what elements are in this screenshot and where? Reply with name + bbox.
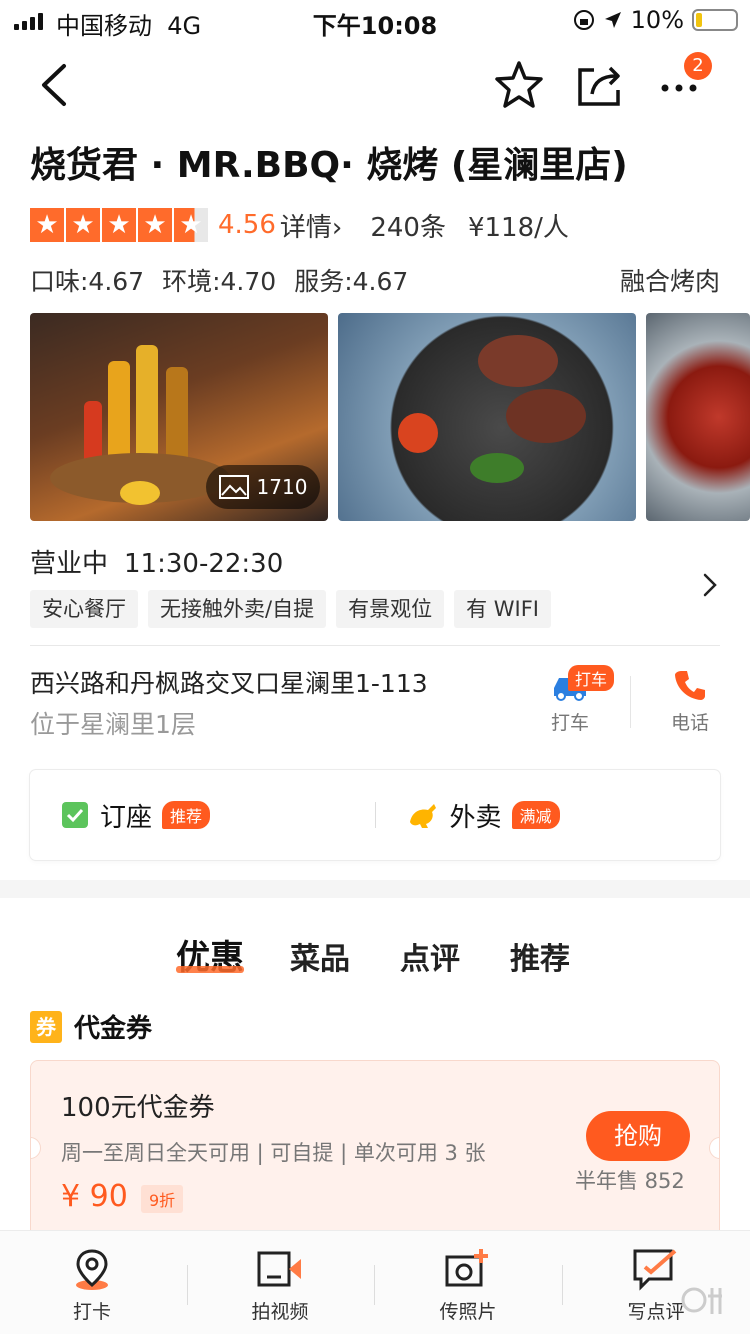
ticket-notch [31,1137,41,1159]
taxi-badge: 打车 [568,665,615,691]
divider [374,1265,375,1305]
star-icon[interactable] [492,58,546,112]
environment-score: 环境:4.70 [162,267,277,296]
star-rating: ★ ★ ★ ★ ★ [30,208,208,242]
services-card: 订座 推荐 外卖 满减 [30,770,720,860]
review-label: 写点评 [627,1301,685,1323]
notification-badge: 2 [684,52,712,80]
phone-label: 电话 [670,712,709,734]
photo-label: 传照片 [439,1301,497,1323]
shop-title: 烧货君 · MR.BBQ· 烧烤 (星澜里店) [30,145,628,186]
star-half-icon: ★ [174,208,208,242]
edit-review-icon [633,1249,677,1291]
content-tabs: 优惠 菜品 点评 推荐 [0,930,750,990]
discount-pill: 满减 [511,801,560,829]
service-score: 服务:4.67 [294,267,409,296]
record-video-button[interactable]: 拍视频 [220,1247,340,1324]
star-full-icon: ★ [102,208,136,242]
chevron-right-icon: › [331,212,343,243]
divider [562,1265,563,1305]
lock-rotation-icon [573,10,594,30]
business-status: 营业中 [30,549,109,579]
reserve-button[interactable]: 订座 推荐 [30,797,375,834]
top-nav: 2 [0,50,750,120]
taxi-label: 打车 [550,712,589,734]
upload-photo-button[interactable]: 传照片 [408,1247,528,1324]
photo-count-badge[interactable]: 1710 [206,465,320,509]
hours-range: 11:30-22:30 [124,549,284,579]
active-tab-indicator [176,966,244,973]
avg-price: ¥118/人 [467,212,569,243]
video-camera-icon [257,1251,301,1287]
battery-percent: 10% [630,6,684,34]
location-pin-icon [76,1249,108,1290]
rating-score: 4.56 [218,210,276,240]
address[interactable]: 西兴路和丹枫路交叉口星澜里1-113 [30,664,428,700]
voucher-price: ¥ 90 [61,1179,128,1214]
sold-count: 半年售 852 [575,1169,685,1193]
star-full-icon: ★ [66,208,100,242]
location-arrow-icon [604,12,621,28]
divider [30,645,720,646]
back-icon[interactable] [30,60,80,110]
image-icon [218,475,249,499]
tag-item: 无接触外卖/自提 [148,590,327,628]
battery-icon [692,9,738,31]
tag-item: 安心餐厅 [30,590,138,628]
coupon-header: 券 代金券 [30,1008,152,1045]
voucher-card[interactable]: 100元代金券 周一至周日全天可用 | 可自提 | 单次可用 3 张 ¥ 90 … [30,1060,720,1240]
taste-score: 口味:4.67 [30,267,145,296]
ticket-notch [709,1137,719,1159]
voucher-discount: 9折 [141,1185,184,1213]
sub-scores: 口味:4.67 环境:4.70 服务:4.67 融合烤肉 [30,262,720,298]
delivery-label: 外卖 [449,802,502,833]
photo-count: 1710 [256,475,308,499]
checkin-label: 打卡 [72,1301,111,1323]
buy-button[interactable]: 抢购 [586,1111,690,1161]
review-count: 240条 [370,212,446,243]
tag-item: 有景观位 [336,590,445,628]
coupon-icon: 券 [30,1010,62,1043]
camera-plus-icon [445,1249,488,1287]
rating-detail-link[interactable]: 详情› [280,207,342,244]
photo-crawfish[interactable] [646,313,750,521]
tag-item: 有 WIFI [454,590,551,628]
photo-bbq-beer[interactable]: 1710 [30,313,328,521]
bottom-toolbar: 打卡 拍视频 传照片 写点评 [0,1230,750,1334]
coupon-section-title: 代金券 [74,1014,153,1044]
divider [187,1265,188,1305]
delivery-button[interactable]: 外卖 满减 [376,797,721,834]
watermark-logo [681,1287,722,1314]
check-calendar-icon [62,802,88,828]
tab-dishes[interactable]: 菜品 [290,934,350,978]
phone-button[interactable]: 电话 [650,668,730,735]
status-bar: 中国移动 4G 下午10:08 10% [0,0,750,40]
rating-row: ★ ★ ★ ★ ★ 4.56 详情› 240条 ¥118/人 [30,205,569,245]
checkin-button[interactable]: 打卡 [32,1247,152,1324]
recommend-pill: 推荐 [162,801,211,829]
share-icon[interactable] [572,58,626,112]
star-full-icon: ★ [138,208,172,242]
voucher-terms: 周一至周日全天可用 | 可自提 | 单次可用 3 张 [61,1141,486,1165]
address-note: 位于星澜里1层 [30,710,196,739]
reserve-label: 订座 [100,802,153,833]
photo-steak-plate[interactable] [338,313,636,521]
kangaroo-icon [409,804,436,828]
voucher-name: 100元代金券 [61,1093,215,1123]
phone-icon [675,671,705,700]
photo-gallery[interactable]: 1710 [30,313,750,523]
shop-category[interactable]: 融合烤肉 [620,262,720,298]
tab-recommend[interactable]: 推荐 [510,934,570,978]
chevron-right-icon[interactable] [700,572,720,598]
star-full-icon: ★ [30,208,64,242]
divider [630,676,631,728]
business-hours: 营业中 11:30-22:30 [30,543,283,580]
feature-tags: 安心餐厅 无接触外卖/自提 有景观位 有 WIFI [30,590,551,628]
tab-reviews[interactable]: 点评 [400,934,460,978]
section-separator [0,880,750,898]
video-label: 拍视频 [251,1301,309,1323]
